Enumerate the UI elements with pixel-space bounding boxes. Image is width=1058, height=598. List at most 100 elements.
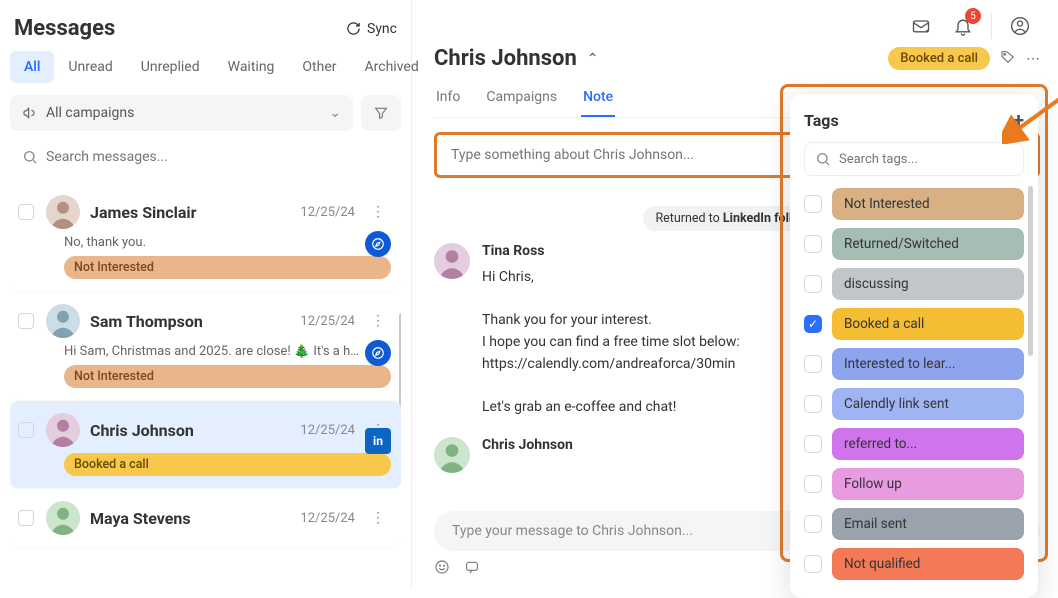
conversation-name: Chris Johnson <box>90 421 194 440</box>
conversation-date: 12/25/24 <box>300 314 355 329</box>
tag-checkbox[interactable] <box>804 355 822 373</box>
tag-chip[interactable]: Booked a call <box>832 308 1024 340</box>
filter-tab-all[interactable]: All <box>10 51 54 83</box>
search-messages-input[interactable] <box>46 149 389 165</box>
message-author: Chris Johnson <box>482 437 573 453</box>
campaigns-dropdown[interactable]: All campaigns ⌄ <box>10 95 353 131</box>
avatar <box>46 304 80 338</box>
tags-search[interactable] <box>804 142 1024 176</box>
tag-chip[interactable]: Returned/Switched <box>832 228 1024 260</box>
tag-option[interactable]: Calendly link sent <box>804 388 1024 420</box>
contact-tag-pill[interactable]: Booked a call <box>888 47 990 70</box>
tag-option[interactable]: Follow up <box>804 468 1024 500</box>
campaigns-label: All campaigns <box>46 105 134 121</box>
sub-tab-note[interactable]: Note <box>581 89 615 117</box>
conversation-more-button[interactable]: ⋮ <box>365 204 391 220</box>
message-body: Hi Chris, Thank you for your interest. I… <box>482 267 740 419</box>
smile-icon <box>434 559 450 575</box>
messages-panel: Messages Sync AllUnreadUnrepliedWaitingO… <box>0 0 412 589</box>
conversation-preview: Hi Sam, Christmas and 2025. are close! 🎄… <box>64 344 391 359</box>
tag-chip[interactable]: Interested to lear... <box>832 348 1024 380</box>
search-icon <box>22 149 38 165</box>
tag-checkbox[interactable] <box>804 475 822 493</box>
compose-mail-button[interactable] <box>907 12 935 40</box>
contact-more-button[interactable]: ⋯ <box>1026 51 1040 67</box>
add-tag-button[interactable]: + <box>1013 108 1024 132</box>
notifications-button[interactable]: 5 <box>949 12 977 40</box>
collapse-contact-button[interactable]: ⌃ <box>587 51 599 67</box>
tags-scrollbar[interactable] <box>1028 186 1033 356</box>
sub-tab-info[interactable]: Info <box>434 89 462 117</box>
conversation-item[interactable]: Chris Johnson12/25/24⋮Booked a callin <box>10 401 401 489</box>
tag-chip[interactable]: Email sent <box>832 508 1024 540</box>
tag-option[interactable]: Not qualified <box>804 548 1024 580</box>
tag-chip[interactable]: Calendly link sent <box>832 388 1024 420</box>
megaphone-icon <box>22 105 38 121</box>
mail-icon <box>911 16 931 36</box>
tag-checkbox[interactable] <box>804 555 822 573</box>
tag-option[interactable]: discussing <box>804 268 1024 300</box>
filter-tab-unreplied[interactable]: Unreplied <box>127 51 214 83</box>
filter-tab-waiting[interactable]: Waiting <box>214 51 289 83</box>
tag-option[interactable]: referred to... <box>804 428 1024 460</box>
select-conversation-checkbox[interactable] <box>18 204 34 220</box>
filter-button[interactable] <box>361 95 401 131</box>
tag-option[interactable]: Returned/Switched <box>804 228 1024 260</box>
avatar <box>434 437 470 473</box>
select-conversation-checkbox[interactable] <box>18 510 34 526</box>
avatar <box>46 195 80 229</box>
tag-checkbox[interactable] <box>804 235 822 253</box>
conversation-detail: 5 Chris Johnson ⌃ Booked a call ⋯ Info Ca… <box>412 0 1058 589</box>
tag-chip[interactable]: Not qualified <box>832 548 1024 580</box>
conversation-name: Maya Stevens <box>90 509 191 528</box>
message-filter-tabs: AllUnreadUnrepliedWaitingOtherArchived <box>10 51 401 83</box>
avatar <box>434 243 470 279</box>
returned-prefix: Returned to <box>655 211 722 226</box>
tag-chip[interactable]: Follow up <box>832 468 1024 500</box>
linkedin-icon: in <box>365 428 391 454</box>
tag-button[interactable] <box>1000 49 1016 69</box>
user-icon <box>1010 16 1030 36</box>
conversation-item[interactable]: Sam Thompson 12/25/24 ⋮ Hi Sam, Christmas a… <box>10 292 401 401</box>
tag-checkbox[interactable] <box>804 435 822 453</box>
tag-option[interactable]: Not Interested <box>804 188 1024 220</box>
select-conversation-checkbox[interactable] <box>18 422 34 438</box>
emoji-button[interactable] <box>434 559 450 579</box>
search-messages[interactable] <box>10 141 401 173</box>
sync-button[interactable]: Sync <box>346 21 397 37</box>
tag-checkbox[interactable] <box>804 315 822 333</box>
profile-button[interactable] <box>1006 12 1034 40</box>
notifications-count: 5 <box>965 8 981 24</box>
template-button[interactable] <box>464 559 480 579</box>
message-author: Tina Ross <box>482 243 740 259</box>
conversation-name: Sam Thompson <box>90 312 203 331</box>
filter-tab-other[interactable]: Other <box>288 51 350 83</box>
chat-icon <box>464 559 480 575</box>
tag-chip[interactable]: Not Interested <box>832 188 1024 220</box>
conversation-item[interactable]: James Sinclair12/25/24⋮No, thank you.Not… <box>10 183 401 292</box>
tag-option[interactable]: Interested to lear... <box>804 348 1024 380</box>
tag-chip[interactable]: referred to... <box>832 428 1024 460</box>
tags-search-input[interactable] <box>839 152 1013 167</box>
conversation-more-button[interactable]: ⋮ <box>365 510 391 526</box>
sub-tab-campaigns[interactable]: Campaigns <box>484 89 559 117</box>
tag-checkbox[interactable] <box>804 195 822 213</box>
filter-tab-unread[interactable]: Unread <box>54 51 126 83</box>
conversation-more-button[interactable]: ⋮ <box>365 313 391 329</box>
conversation-name: James Sinclair <box>90 203 196 222</box>
tag-option[interactable]: Booked a call <box>804 308 1024 340</box>
sync-label: Sync <box>367 21 397 37</box>
tag-option[interactable]: Email sent <box>804 508 1024 540</box>
conversation-item[interactable]: Maya Stevens12/25/24⋮ <box>10 489 401 548</box>
compass-icon <box>365 231 391 257</box>
select-conversation-checkbox[interactable] <box>18 313 34 329</box>
tag-checkbox[interactable] <box>804 395 822 413</box>
conversation-tag: Booked a call <box>64 453 391 476</box>
separator <box>991 13 992 39</box>
tags-title: Tags <box>804 111 839 130</box>
sync-icon <box>346 21 361 36</box>
tag-chip[interactable]: discussing <box>832 268 1024 300</box>
tag-checkbox[interactable] <box>804 515 822 533</box>
contact-name: Chris Johnson <box>434 46 577 71</box>
tag-checkbox[interactable] <box>804 275 822 293</box>
